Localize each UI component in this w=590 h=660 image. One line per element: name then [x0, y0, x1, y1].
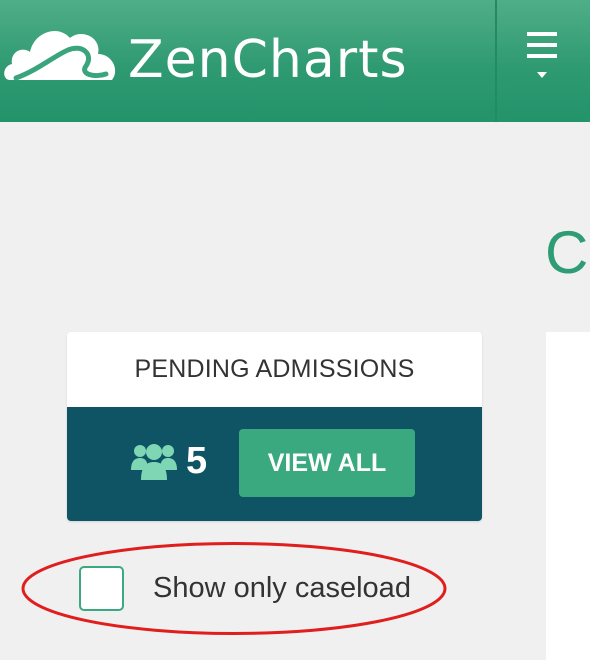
caseload-label[interactable]: Show only caseload: [153, 572, 411, 605]
show-caseload-toggle[interactable]: Show only caseload: [79, 566, 411, 611]
card-header: PENDING ADMISSIONS: [67, 332, 482, 407]
menu-button[interactable]: [497, 0, 590, 122]
card-body: 5 VIEW ALL: [67, 407, 482, 521]
hamburger-menu-icon: [527, 32, 557, 36]
pending-admissions-card: PENDING ADMISSIONS 5 VIEW ALL: [67, 332, 482, 521]
people-group-icon: [131, 444, 177, 480]
pending-count: 5: [186, 440, 208, 482]
card-title: PENDING ADMISSIONS: [134, 355, 415, 383]
brand-name[interactable]: ZenCharts: [128, 30, 408, 90]
caret-down-icon: [537, 72, 547, 78]
caseload-checkbox[interactable]: [79, 566, 124, 611]
content-panel: [546, 332, 590, 660]
cloud-logo-icon[interactable]: [2, 18, 124, 92]
page-heading-partial: C: [545, 219, 589, 286]
view-all-button[interactable]: VIEW ALL: [239, 429, 415, 497]
app-header: ZenCharts: [0, 0, 590, 122]
